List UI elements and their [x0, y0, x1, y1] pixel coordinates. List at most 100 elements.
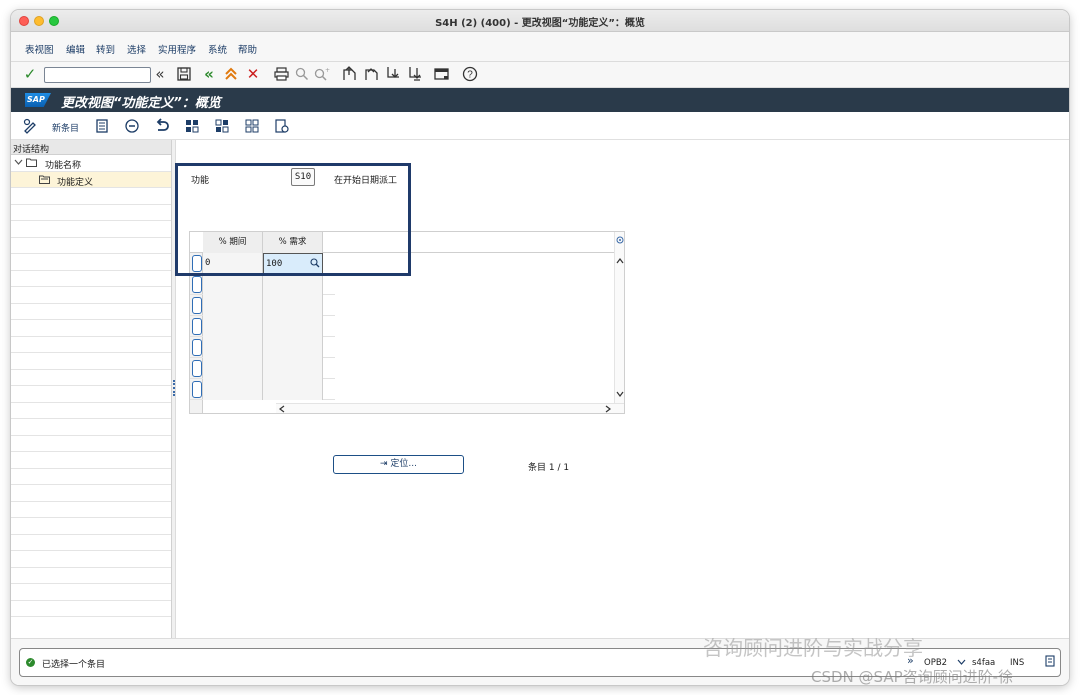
select-block-icon[interactable] — [213, 117, 231, 135]
tree-empty-row — [11, 386, 171, 403]
period-cell[interactable] — [203, 337, 263, 358]
period-cell[interactable] — [203, 316, 263, 337]
menu-table-view[interactable]: 表视图 — [25, 42, 54, 56]
demand-cell[interactable] — [263, 379, 323, 400]
application-toolbar: 新条目 — [11, 112, 1069, 140]
tree-item-function-definition[interactable]: 功能定义 — [11, 171, 171, 188]
next-page-icon[interactable] — [385, 65, 401, 83]
display-change-icon[interactable] — [21, 117, 39, 135]
menu-help[interactable]: 帮助 — [238, 42, 257, 56]
help-icon[interactable]: ? — [461, 65, 479, 83]
success-icon: ✓ — [26, 658, 35, 667]
row-selector[interactable] — [192, 318, 202, 335]
sap-logo: SAP — [25, 93, 51, 107]
row-selector[interactable] — [192, 360, 202, 377]
tree-empty-row — [11, 205, 171, 221]
tree-empty-row — [11, 221, 171, 238]
menu-edit[interactable]: 编辑 — [66, 42, 85, 56]
previous-page-icon[interactable] — [363, 65, 379, 83]
tree-empty-row — [11, 419, 171, 436]
vertical-scrollbar[interactable] — [614, 232, 624, 413]
delete-icon[interactable] — [123, 117, 141, 135]
find-next-icon[interactable]: + — [314, 65, 330, 83]
period-cell[interactable] — [203, 295, 263, 316]
table-row — [190, 358, 335, 379]
screen-title: 更改视图“功能定义”：概览 — [61, 96, 221, 111]
tree-item-label: 功能名称 — [45, 161, 82, 171]
tree-empty-row — [11, 320, 171, 337]
demand-cell[interactable] — [263, 316, 323, 337]
folder-icon — [26, 158, 37, 170]
last-page-icon[interactable] — [407, 65, 423, 83]
tree-empty-row — [11, 535, 171, 551]
menu-bar: 表视图 编辑 转到 选择 实用程序 系统 帮助 — [11, 32, 1069, 62]
dialog-structure-tree: 对话结构 功能名称 功能定义 — [11, 140, 172, 638]
deselect-all-icon[interactable] — [243, 117, 261, 135]
period-cell[interactable] — [203, 358, 263, 379]
tree-empty-row — [11, 370, 171, 386]
entry-count: 条目 1 / 1 — [528, 463, 570, 473]
table-settings-icon[interactable] — [616, 236, 624, 246]
select-all-icon[interactable] — [183, 117, 201, 135]
find-icon[interactable] — [294, 65, 310, 83]
row-selector[interactable] — [192, 276, 202, 293]
expand-command-icon[interactable]: « — [153, 65, 167, 83]
copy-as-icon[interactable] — [93, 117, 111, 135]
demand-cell[interactable] — [263, 337, 323, 358]
menu-goto[interactable]: 转到 — [96, 42, 115, 56]
scroll-right-icon[interactable] — [604, 405, 612, 415]
row-selector[interactable] — [192, 381, 202, 398]
first-page-icon[interactable] — [341, 65, 357, 83]
tree-empty-row — [11, 485, 171, 502]
back-icon[interactable]: « — [201, 65, 217, 83]
splitter-handle[interactable] — [173, 380, 175, 396]
table-row — [190, 316, 335, 337]
scroll-left-icon[interactable] — [278, 405, 286, 415]
svg-text:?: ? — [467, 70, 473, 81]
table-row — [190, 274, 335, 295]
highlight-annotation-box — [175, 163, 411, 276]
demand-cell[interactable] — [263, 274, 323, 295]
command-field[interactable] — [44, 67, 151, 83]
tree-header: 对话结构 — [11, 140, 171, 155]
demand-cell[interactable] — [263, 358, 323, 379]
new-entries-button[interactable]: 新条目 — [52, 121, 79, 134]
tree-empty-row — [11, 254, 171, 271]
tree-empty-row — [11, 188, 171, 205]
bc-set-icon[interactable] — [273, 117, 291, 135]
status-log-icon[interactable] — [1045, 655, 1056, 670]
tree-item-label: 功能定义 — [57, 177, 94, 188]
position-button[interactable]: ⇥ 定位... — [333, 455, 464, 474]
enter-check-icon[interactable]: ✓ — [22, 65, 38, 83]
layout-icon[interactable] — [433, 65, 451, 83]
period-cell[interactable] — [203, 274, 263, 295]
row-selector[interactable] — [192, 339, 202, 356]
chevron-down-icon[interactable] — [14, 158, 23, 170]
watermark-text: 咨询顾问进阶与实战分享 — [703, 636, 923, 660]
exit-icon[interactable] — [223, 65, 239, 83]
tree-empty-row — [11, 518, 171, 535]
scroll-up-icon[interactable] — [616, 257, 624, 267]
table-row — [190, 337, 335, 358]
row-selector[interactable] — [192, 297, 202, 314]
table-row — [190, 295, 335, 316]
menu-system[interactable]: 系统 — [208, 42, 227, 56]
menu-selection[interactable]: 选择 — [127, 42, 146, 56]
screen-title-strip: SAP 更改视图“功能定义”：概览 — [11, 88, 1069, 112]
tree-empty-row — [11, 551, 171, 568]
undo-icon[interactable] — [153, 117, 171, 135]
scroll-down-icon[interactable] — [616, 390, 624, 400]
demand-cell[interactable] — [263, 295, 323, 316]
tree-empty-row — [11, 436, 171, 452]
save-icon[interactable] — [175, 65, 193, 83]
period-cell[interactable] — [203, 379, 263, 400]
standard-toolbar: ✓ « « ✕ + ? — [11, 62, 1069, 88]
cancel-icon[interactable]: ✕ — [245, 65, 261, 83]
print-icon[interactable] — [272, 65, 290, 83]
tree-empty-row — [11, 238, 171, 254]
tree-empty-rows — [11, 188, 171, 617]
menu-utilities[interactable]: 实用程序 — [158, 42, 196, 56]
tree-item-function-name[interactable]: 功能名称 — [11, 155, 171, 172]
tree-empty-row — [11, 601, 171, 617]
horizontal-scrollbar[interactable] — [276, 403, 624, 413]
